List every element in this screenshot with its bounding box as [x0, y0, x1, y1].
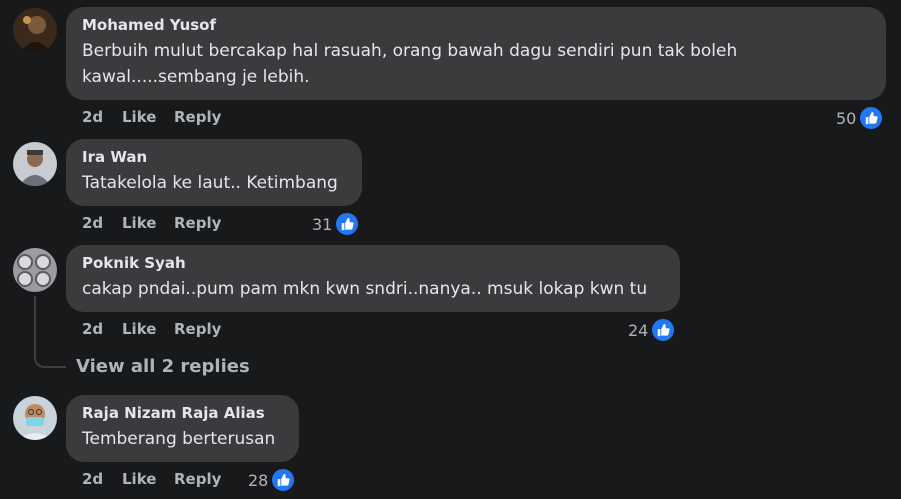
comment-bubble: Raja Nizam Raja Alias Temberang berterus…: [66, 395, 299, 462]
reply-button[interactable]: Reply: [174, 320, 221, 338]
like-button[interactable]: Like: [122, 320, 156, 338]
thumbs-up-icon: [650, 317, 677, 343]
comment-text: Temberang berterusan: [82, 429, 276, 449]
comment-author[interactable]: Raja Nizam Raja Alias: [82, 404, 283, 423]
view-replies-link[interactable]: View all 2 replies: [76, 356, 250, 377]
comment-author[interactable]: Poknik Syah: [82, 254, 664, 273]
comment-author[interactable]: Mohamed Yusof: [82, 16, 870, 35]
reply-button[interactable]: Reply: [174, 470, 221, 488]
comment-bubble: Mohamed Yusof Berbuih mulut bercakap hal…: [66, 7, 886, 100]
avatar[interactable]: [13, 8, 57, 52]
thumbs-up-icon: [334, 211, 361, 237]
comment-timestamp[interactable]: 2d: [82, 108, 103, 126]
reply-thread-line: [34, 296, 66, 368]
comment-timestamp[interactable]: 2d: [82, 470, 103, 488]
avatar[interactable]: [13, 248, 57, 292]
comment-bubble: Ira Wan Tatakelola ke laut.. Ketimbang: [66, 139, 362, 206]
reaction-count[interactable]: 31: [312, 210, 361, 238]
comment-timestamp[interactable]: 2d: [82, 320, 103, 338]
comment-text: Berbuih mulut bercakap hal rasuah, orang…: [82, 41, 738, 61]
reaction-count[interactable]: 28: [248, 466, 297, 494]
reaction-count[interactable]: 50: [836, 104, 885, 132]
comment-timestamp[interactable]: 2d: [82, 214, 103, 232]
like-button[interactable]: Like: [122, 470, 156, 488]
reaction-count[interactable]: 24: [628, 316, 677, 344]
like-count: 24: [628, 320, 649, 340]
reply-button[interactable]: Reply: [174, 108, 221, 126]
reply-button[interactable]: Reply: [174, 214, 221, 232]
comment-text: Tatakelola ke laut.. Ketimbang: [82, 173, 338, 193]
like-count: 50: [836, 108, 857, 128]
avatar[interactable]: [13, 396, 57, 440]
avatar[interactable]: [13, 142, 57, 186]
comment-text: kawal.....sembang je lebih.: [82, 67, 310, 87]
thumbs-up-icon: [858, 105, 885, 131]
like-count: 31: [312, 214, 333, 234]
like-count: 28: [248, 470, 269, 490]
thumbs-up-icon: [270, 467, 297, 493]
like-button[interactable]: Like: [122, 214, 156, 232]
comment-author[interactable]: Ira Wan: [82, 148, 346, 167]
comment-text: cakap pndai..pum pam mkn kwn sndri..nany…: [82, 279, 648, 299]
comment-bubble: Poknik Syah cakap pndai..pum pam mkn kwn…: [66, 245, 680, 312]
like-button[interactable]: Like: [122, 108, 156, 126]
